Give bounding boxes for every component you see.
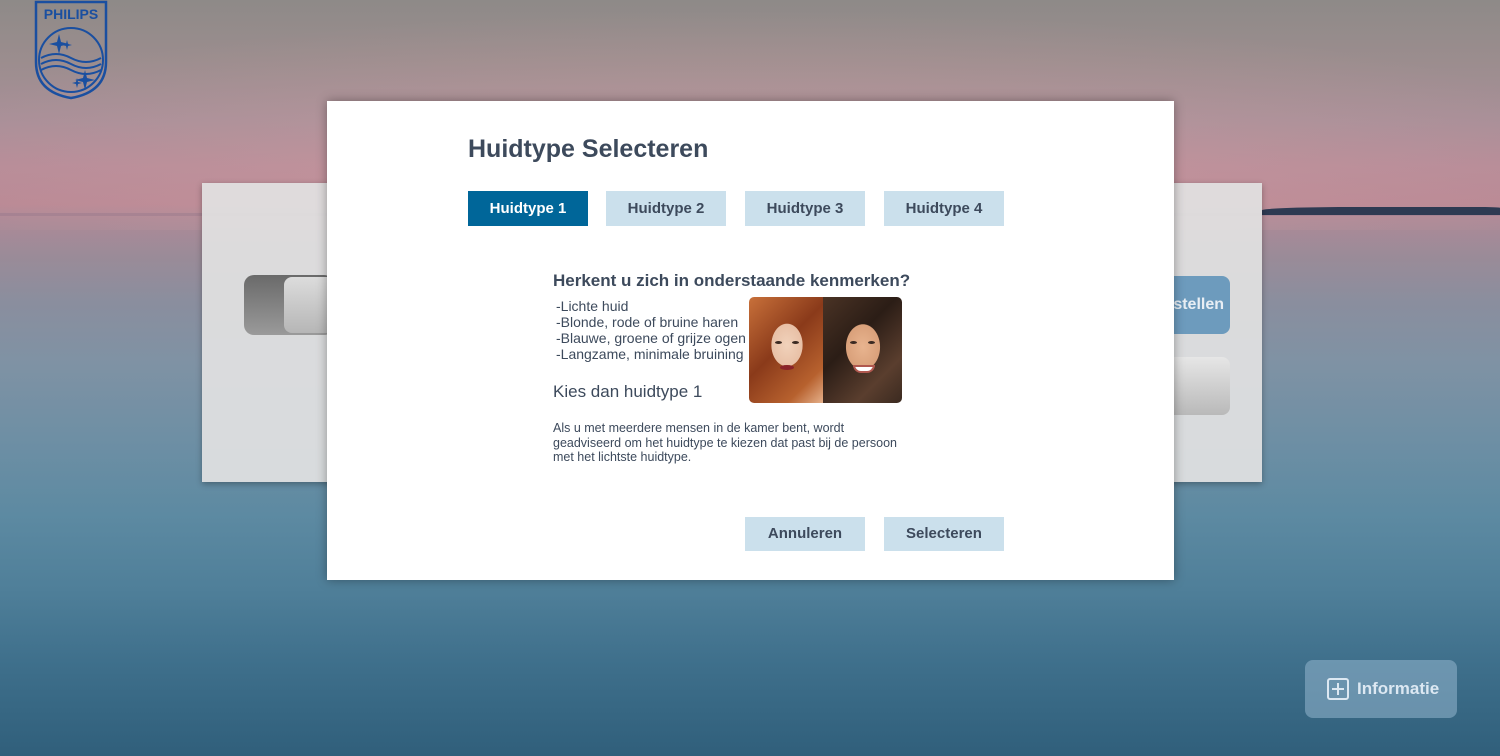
traits-list: -Lichte huid -Blonde, rode of bruine har… — [556, 298, 746, 362]
philips-logo: PHILIPS — [33, 0, 109, 100]
face-photo-right — [823, 297, 902, 403]
trait-item: -Blauwe, groene of grijze ogen — [556, 330, 746, 346]
tab-huidtype-4[interactable]: Huidtype 4 — [884, 191, 1004, 226]
example-faces-photo — [749, 297, 902, 403]
plus-square-icon — [1327, 678, 1349, 700]
tab-huidtype-2[interactable]: Huidtype 2 — [606, 191, 726, 226]
tab-huidtype-1[interactable]: Huidtype 1 — [468, 191, 588, 226]
trait-item: -Langzame, minimale bruining — [556, 346, 744, 362]
choose-skin-type-text: Kies dan huidtype 1 — [553, 382, 703, 401]
cancel-button[interactable]: Annuleren — [745, 517, 865, 551]
face-photo-left — [749, 297, 823, 403]
select-button[interactable]: Selecteren — [884, 517, 1004, 551]
dialog-title: Huidtype Selecteren — [468, 135, 709, 163]
trait-item: -Blonde, rode of bruine haren — [556, 314, 739, 330]
skin-type-dialog: Huidtype Selecteren Huidtype 1 Huidtype … — [327, 101, 1174, 580]
background-island — [1262, 207, 1500, 215]
trait-item: -Lichte huid — [556, 298, 629, 314]
advice-note: Als u met meerdere mensen in de kamer be… — [553, 421, 897, 464]
information-button[interactable]: Informatie — [1305, 660, 1457, 718]
philips-logo-text: PHILIPS — [44, 6, 98, 22]
tab-huidtype-3[interactable]: Huidtype 3 — [745, 191, 865, 226]
question-heading: Herkent u zich in onderstaande kenmerken… — [553, 271, 911, 290]
information-button-label: Informatie — [1357, 679, 1440, 698]
